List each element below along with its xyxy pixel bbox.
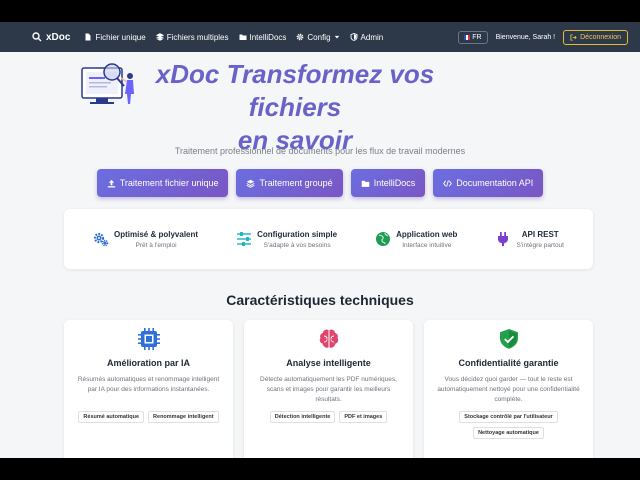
layers-icon <box>155 33 164 41</box>
nav-right: FR Bienvenue, Sarah ! Déconnexion <box>458 29 630 45</box>
batch-processing-button[interactable]: Traitement groupé <box>236 169 343 197</box>
tag: Nettoyage automatique <box>473 427 544 439</box>
tag: PDF et images <box>339 411 388 423</box>
plug-icon <box>498 231 509 246</box>
feature-text: API REST S'intègre partout <box>516 230 564 249</box>
feature-title: Application web <box>396 229 458 239</box>
card-tags: Détection intelligente PDF et images <box>262 411 396 423</box>
feature-subtitle: S'intègre partout <box>516 241 564 249</box>
feature-cards: Amélioration par IA Résumés automatiques… <box>64 320 593 458</box>
brain-icon <box>319 329 338 348</box>
shield-icon <box>350 33 357 41</box>
caret-down-icon <box>334 35 339 39</box>
tag: Stockage contrôlé par l'utilisateur <box>459 411 558 423</box>
card-description: Détecte automatiquement les PDF numériqu… <box>260 376 397 403</box>
feature-subtitle: Interface intuitive <box>402 241 452 249</box>
feature-title: API REST <box>521 229 559 239</box>
main-page: xDoc Transformez vos fichiers en savoir … <box>0 52 640 458</box>
tag: Renommage intelligent <box>148 411 219 423</box>
brand[interactable]: xDoc <box>32 32 70 43</box>
sliders-icon <box>237 231 252 246</box>
feature-web-app: Application web Interface intuitive <box>375 230 457 249</box>
card-title: Amélioration par IA <box>106 358 190 368</box>
features-panel: Optimisé & polyvalent Prêt à l'emploi Co… <box>64 209 593 269</box>
logout-label: Déconnexion <box>580 33 621 41</box>
shield-check-icon <box>499 329 518 349</box>
single-file-button[interactable]: Traitement fichier unique <box>96 169 229 197</box>
nav-item-intellidocs[interactable]: IntelliDocs <box>239 32 287 42</box>
nav-item-config[interactable]: Config <box>296 33 339 42</box>
nav-item-admin[interactable]: Admin <box>350 32 384 42</box>
file-icon <box>85 33 91 41</box>
tag: Détection intelligente <box>269 411 336 423</box>
folder-icon <box>361 180 369 187</box>
feature-text: Configuration simple S'adapte à vos beso… <box>257 230 337 249</box>
welcome-text: Bienvenue, Sarah ! <box>495 33 556 41</box>
card-description: Vous décidez quoi garder — tout le reste… <box>437 376 580 403</box>
feature-subtitle: S'adapte à vos besoins <box>263 241 331 249</box>
hero-subtitle: Traitement professionnel de documents po… <box>174 146 466 156</box>
top-black-bar <box>0 0 640 22</box>
card-title: Analyse intelligente <box>286 358 371 368</box>
document-analysis-illustration-icon <box>81 63 134 104</box>
card-smart-analysis: Analyse intelligente Détecte automatique… <box>244 320 413 458</box>
language-label: FR <box>472 33 482 41</box>
nav-item-label: Fichiers multiples <box>166 32 229 42</box>
code-icon <box>443 179 453 187</box>
nav-item-label: Fichier unique <box>95 32 146 42</box>
card-privacy: Confidentialité garantie Vous décidez qu… <box>424 320 593 458</box>
nav-item-fichiers-multiples[interactable]: Fichiers multiples <box>155 32 229 42</box>
cta-row: Traitement fichier unique Traitement gro… <box>0 169 640 197</box>
feature-text: Application web Interface intuitive <box>396 230 457 249</box>
navbar: xDoc Fichier unique Fichiers multiples I… <box>0 22 640 52</box>
card-tags: Stockage contrôlé par l'utilisateur Nett… <box>424 411 593 439</box>
feature-text: Optimisé & polyvalent Prêt à l'emploi <box>114 230 198 249</box>
hero-title: xDoc Transformez vos fichiers en savoir <box>150 58 440 157</box>
feature-api-rest: API REST S'intègre partout <box>495 230 564 249</box>
nav-item-label: Admin <box>360 32 384 42</box>
search-icon <box>32 32 42 42</box>
feature-configuration: Configuration simple S'adapte à vos beso… <box>236 230 337 249</box>
cta-label: IntelliDocs <box>373 178 416 188</box>
cta-label: Traitement groupé <box>259 178 333 188</box>
nav-item-label: IntelliDocs <box>249 32 287 42</box>
feature-title: Configuration simple <box>257 229 338 239</box>
feature-subtitle: Prêt à l'emploi <box>135 241 177 249</box>
card-description: Résumés automatiques et renommage intell… <box>77 376 220 393</box>
upload-icon <box>107 179 115 187</box>
nav-item-label: Config <box>307 32 331 42</box>
card-tags: Résumé automatique Renommage intelligent <box>70 411 226 423</box>
globe-icon <box>376 231 391 246</box>
logout-button[interactable]: Déconnexion <box>563 29 628 45</box>
api-docs-button[interactable]: Documentation API <box>433 169 544 197</box>
bottom-black-bar <box>0 458 640 480</box>
card-ai-enhancement: Amélioration par IA Résumés automatiques… <box>64 320 233 458</box>
tag: Résumé automatique <box>78 411 145 423</box>
cta-label: Documentation API <box>456 178 534 188</box>
flag-icon <box>464 34 471 40</box>
chip-icon <box>137 328 160 350</box>
card-title: Confidentialité garantie <box>458 358 559 368</box>
nav-item-fichier-unique[interactable]: Fichier unique <box>84 32 146 42</box>
language-selector[interactable]: FR <box>458 30 488 44</box>
brand-label: xDoc <box>46 31 71 43</box>
section-title: Caractéristiques techniques <box>226 292 414 308</box>
gear-icon <box>297 33 304 41</box>
gears-icon <box>93 232 109 246</box>
cta-label: Traitement fichier unique <box>119 178 219 188</box>
feature-title: Optimisé & polyvalent <box>114 229 199 239</box>
intellidocs-button[interactable]: IntelliDocs <box>350 169 426 197</box>
logout-icon <box>570 33 577 41</box>
hero-title-line1: xDoc Transformez vos fichiers <box>155 59 435 122</box>
layers-icon <box>246 179 255 188</box>
feature-optimized: Optimisé & polyvalent Prêt à l'emploi <box>93 230 198 249</box>
folder-icon <box>239 34 246 40</box>
